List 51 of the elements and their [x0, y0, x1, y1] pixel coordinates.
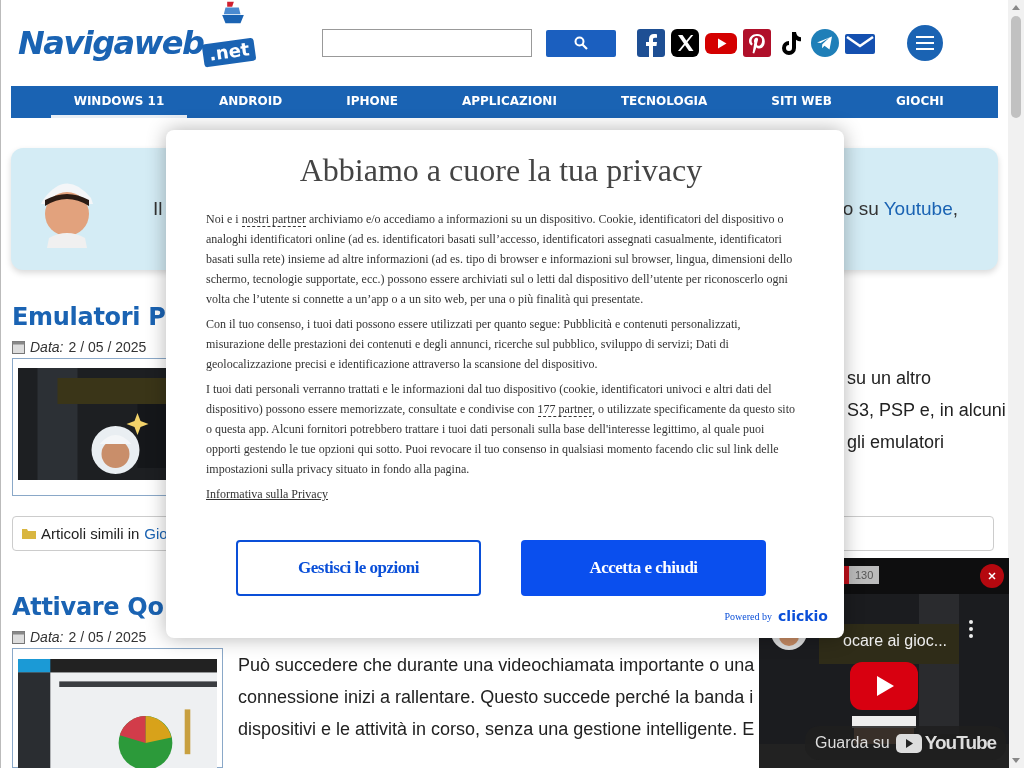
dialog-title: Abbiamo a cuore la tua privacy — [298, 152, 704, 189]
search-icon — [573, 36, 588, 50]
article-excerpt: dispositivi e le attività in corso, senza una gestione intelligente. E — [238, 718, 755, 741]
manage-options-button[interactable]: Gestisci le opzioni — [236, 540, 481, 596]
nav-tab[interactable]: ANDROID — [187, 86, 315, 118]
close-icon — [988, 572, 996, 580]
powered-by-label: Powered by — [724, 610, 773, 622]
date-label: Data: — [30, 339, 64, 355]
brand-logo[interactable]: clickio — [778, 608, 828, 624]
related-label: Articoli simili in — [41, 525, 140, 542]
logo-wordmark[interactable]: Navigaweb — [18, 24, 204, 62]
youtube-link[interactable]: Youtube — [883, 198, 953, 219]
nav-tab[interactable]: TECNOLOGIA — [588, 86, 740, 118]
nav-tab[interactable]: SITI WEB — [739, 86, 864, 118]
view-count: 130 — [849, 566, 880, 584]
nav-tab[interactable]: APPLICAZIONI — [429, 86, 589, 118]
search-field[interactable] — [321, 29, 532, 57]
article-excerpt: Può succedere che durante una videochiamata importante o una — [238, 654, 755, 677]
telegram-icon[interactable] — [810, 29, 839, 57]
x-logo-icon[interactable] — [670, 29, 699, 57]
menu-button[interactable] — [906, 25, 943, 61]
folder-icon — [22, 528, 36, 539]
consent-paragraph: I tuoi dati personali verranno trattati e le informazioni dal tuo dispositivo (cookie, identificatori univoci e altri dati del dispositivo) possono essere memorizzate, consultate e condivise con 177 partner, o utilizzate specificamente da questo sito o questa app. Alcuni fornitori potrebbero trattare i tuoi dati personali sulla base dell'interesse legittimo, al quale puoi opporti gestendo le tue opzioni qui sotto. Puoi revocare il tuo consenso in qualsiasi momento facendo clic sul link delle impostazioni sulla privacy situato in fondo alla pagina. — [206, 381, 796, 478]
banner-text: Il — [153, 198, 163, 220]
nav-tab[interactable]: WINDOWS 11 — [51, 86, 187, 118]
banner-text: o su Youtube, — [842, 198, 958, 220]
calendar-icon — [12, 340, 25, 354]
accept-button[interactable]: Accetta e chiudi — [521, 540, 766, 596]
pinterest-icon[interactable] — [742, 29, 771, 57]
article-date: 2 / 05 / 2025 — [68, 339, 147, 355]
youtube-icon — [895, 733, 922, 753]
nav-tab[interactable]: IPHONE — [314, 86, 430, 118]
article-date: 2 / 05 / 2025 — [68, 629, 147, 645]
article-excerpt: gli emulatori — [847, 431, 945, 454]
more-icon[interactable] — [967, 620, 975, 638]
partner-link[interactable]: nostri partner — [241, 212, 306, 227]
article-excerpt: su un altro — [847, 367, 932, 390]
consent-paragraph: Con il tuo consenso, i tuoi dati possono essere utilizzati per quanto segue: Pubblicità e contenuti personalizzati, misurazione delle prestazioni dei contenuti e degli annunci, ricerche sul pubblico, sviluppo di servizi; Dati di geolocalizzazione precisi e identificazione attraverso la scansione del dispositivo. — [206, 316, 742, 373]
article-excerpt: connessione inizi a rallentare. Questo succede perché la banda i — [238, 686, 755, 709]
search-button[interactable] — [545, 29, 616, 57]
calendar-icon — [12, 630, 25, 644]
menu-icon — [915, 36, 934, 50]
play-button[interactable] — [850, 662, 918, 710]
watch-on-youtube-button[interactable]: Guarda su YouTube — [805, 726, 1007, 760]
consent-paragraph: Noi e i nostri partner archiviamo e/o accediamo a informazioni su un dispositivo. Cookie, identificatori del dispositivo o analoghi identificatori online (ad es. identificatori basati sull’accesso, identificatori assegnati casualmente, identificatori basati sulla rete) insieme ad altre informazioni (ad es. tipo di browser e informazioni sul browser, lingua, dimensioni dello schermo, tecnologie supportate, ecc.) possono essere archiviati sul o letti dal dispositivo dell’utente per riconoscerlo ogni volta che l’utente si connette a un’app o a un sito web, per una o più finalità qui presentate. — [206, 211, 794, 308]
date-label: Data: — [30, 629, 64, 645]
nav-tab[interactable]: GIOCHI — [863, 86, 976, 118]
facebook-icon[interactable] — [636, 29, 665, 57]
scrollbar[interactable] — [1008, 0, 1024, 768]
privacy-link[interactable]: Informativa sulla Privacy — [206, 487, 328, 501]
article-excerpt: S3, PSP e, in alcuni — [847, 399, 1006, 422]
